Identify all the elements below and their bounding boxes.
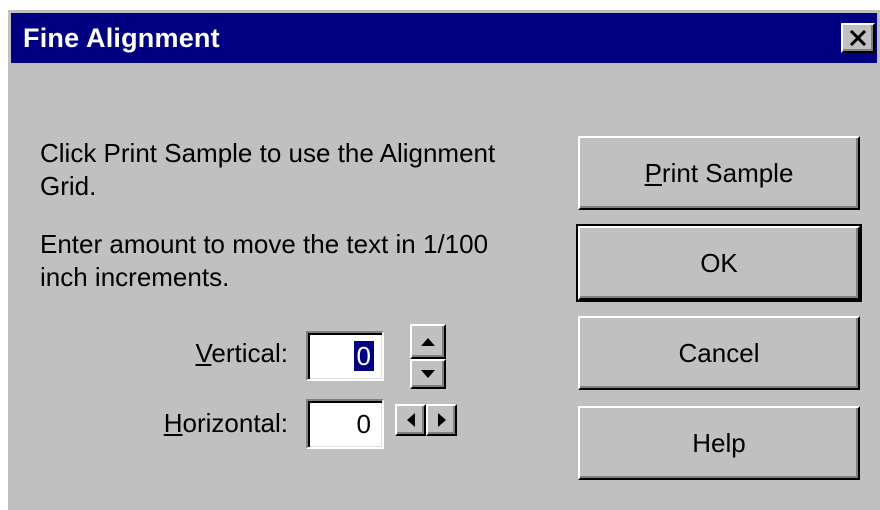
vertical-input[interactable]: 0 xyxy=(306,331,384,381)
arrow-right-icon xyxy=(437,413,446,427)
help-label: Help xyxy=(692,427,746,458)
vertical-spin-down-button[interactable] xyxy=(410,359,446,389)
instruction-text-2: Enter amount to move the text in 1/100 i… xyxy=(40,228,488,294)
vertical-spin-up-button[interactable] xyxy=(410,324,446,359)
print-sample-button[interactable]: Print Sample xyxy=(578,136,860,210)
vertical-label-rest: ertical: xyxy=(211,338,288,368)
print-sample-label: rint Sample xyxy=(661,157,794,188)
close-button[interactable] xyxy=(841,23,875,53)
cancel-label: Cancel xyxy=(678,337,760,368)
horizontal-label-mnemonic: H xyxy=(163,408,183,438)
instruction-text-1: Click Print Sample to use the Alignment … xyxy=(40,137,495,203)
window-title: Fine Alignment xyxy=(23,22,220,53)
arrow-left-icon xyxy=(406,413,415,427)
instruction-line-1: Click Print Sample to use the Alignment xyxy=(40,138,496,168)
title-bar[interactable]: Fine Alignment xyxy=(11,13,877,63)
horizontal-label: Horizontal: xyxy=(128,408,288,439)
ok-button[interactable]: OK xyxy=(576,224,862,302)
instruction-line-3: Enter amount to move the text in 1/100 xyxy=(40,229,489,259)
horizontal-spin-right-button[interactable] xyxy=(426,404,457,436)
horizontal-value: 0 xyxy=(356,409,371,439)
arrow-up-icon xyxy=(421,337,435,346)
arrow-down-icon xyxy=(421,370,435,378)
instruction-line-4: inch increments. xyxy=(40,262,230,292)
vertical-label-mnemonic: V xyxy=(195,338,212,368)
vertical-value: 0 xyxy=(352,340,376,372)
cancel-button[interactable]: Cancel xyxy=(578,316,860,390)
vertical-label: Vertical: xyxy=(138,338,289,369)
horizontal-spin-left-button[interactable] xyxy=(395,404,426,436)
print-sample-mnemonic: P xyxy=(644,157,662,188)
ok-label: OK xyxy=(700,247,738,278)
horizontal-label-rest: orizontal: xyxy=(182,408,289,438)
horizontal-input[interactable]: 0 xyxy=(306,399,384,449)
close-icon xyxy=(849,30,867,46)
fine-alignment-dialog: Fine Alignment Click Print Sample to use… xyxy=(8,10,880,510)
help-button[interactable]: Help xyxy=(578,406,860,480)
instruction-line-2: Grid. xyxy=(40,171,97,201)
